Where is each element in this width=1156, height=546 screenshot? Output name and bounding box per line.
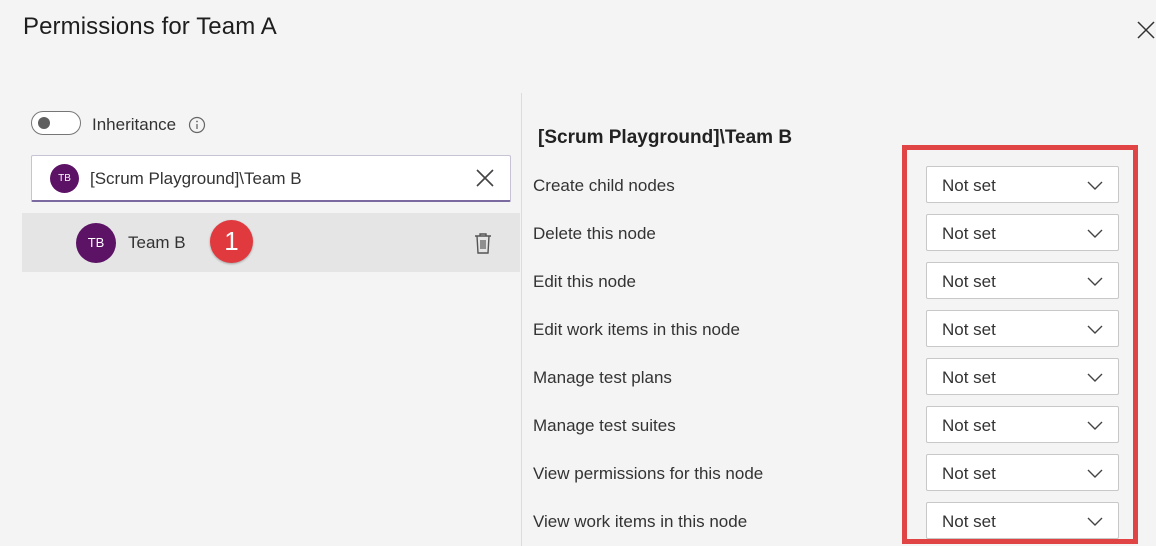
panel-divider (521, 93, 522, 546)
clear-icon[interactable] (474, 167, 496, 189)
permission-label: View work items in this node (533, 512, 748, 531)
permission-label: Create child nodes (533, 176, 675, 195)
trash-icon[interactable] (472, 231, 494, 255)
permission-label: Delete this node (533, 224, 656, 243)
identity-name: Team B (128, 233, 186, 252)
close-icon[interactable] (1134, 18, 1156, 42)
info-icon[interactable] (188, 116, 206, 134)
toggle-knob (38, 117, 50, 129)
selected-identity-heading: [Scrum Playground]\Team B (538, 127, 793, 148)
inheritance-toggle[interactable] (31, 111, 81, 135)
permission-label: Manage test plans (533, 368, 672, 387)
inheritance-label: Inheritance (92, 115, 177, 134)
avatar: TB (76, 223, 116, 263)
avatar: TB (50, 164, 79, 193)
list-item-selected-identity[interactable]: TB Team B 1 (22, 213, 520, 272)
permission-label: Manage test suites (533, 416, 676, 435)
identity-search-input[interactable]: TB [Scrum Playground]\Team B (31, 155, 511, 202)
permission-label: Edit work items in this node (533, 320, 740, 339)
highlight-annotation (902, 145, 1138, 544)
step-badge: 1 (210, 220, 253, 263)
search-input-value[interactable]: [Scrum Playground]\Team B (90, 169, 302, 189)
permission-label: View permissions for this node (533, 464, 764, 483)
dialog-title: Permissions for Team A (23, 13, 277, 40)
permission-label: Edit this node (533, 272, 637, 291)
